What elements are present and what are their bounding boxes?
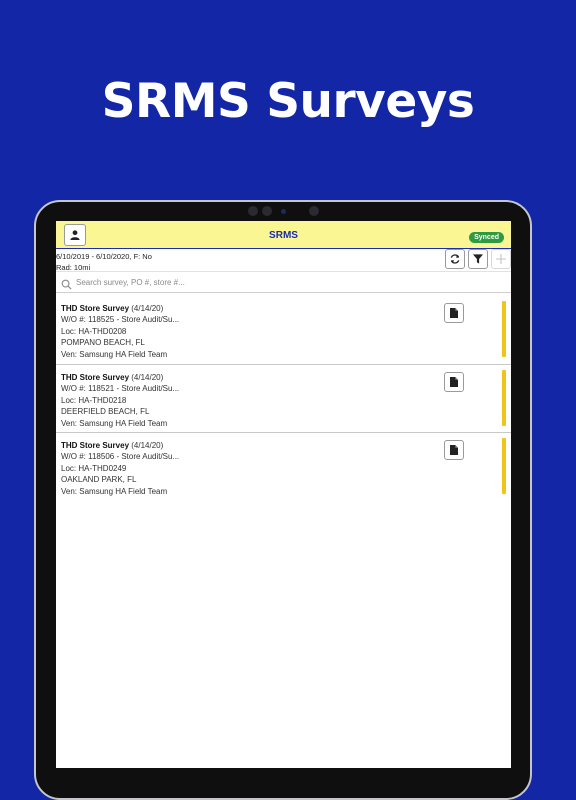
- survey-title-line: THD Store Survey (4/14/20): [61, 440, 179, 451]
- location-city: OAKLAND PARK, FL: [61, 475, 137, 485]
- location-code: Loc: HA-THD0249: [61, 463, 127, 473]
- survey-document-button[interactable]: [444, 303, 464, 323]
- document-icon: [450, 308, 458, 318]
- work-order: W/O #: 118506 - Store Audit/Su...: [61, 452, 180, 462]
- app-screen: SRMS Synced 6/10/2019 - 6/10/2020, F: No…: [56, 221, 511, 768]
- work-order: W/O #: 118525 - Store Audit/Su...: [61, 315, 180, 325]
- survey-date: (4/14/20): [131, 441, 164, 450]
- search-input[interactable]: [76, 274, 496, 290]
- filter-button[interactable]: [468, 249, 488, 269]
- survey-row[interactable]: THD Store Survey (4/14/20) W/O #: 118506…: [56, 433, 511, 501]
- survey-document-button[interactable]: [444, 440, 464, 460]
- survey-title-line: THD Store Survey (4/14/20): [61, 303, 179, 314]
- filter-icon: [472, 254, 484, 264]
- survey-date: (4/14/20): [131, 373, 164, 382]
- camera-bar: [242, 205, 328, 217]
- camera-dot: [248, 206, 258, 216]
- location-city: POMPANO BEACH, FL: [61, 338, 145, 348]
- location-code: Loc: HA-THD0208: [61, 326, 127, 336]
- search-icon: [61, 277, 73, 290]
- location-code: Loc: HA-THD0218: [61, 395, 127, 405]
- refresh-button[interactable]: [445, 249, 465, 269]
- survey-document-button[interactable]: [444, 372, 464, 392]
- camera-dot: [309, 206, 319, 216]
- search-bar: [56, 271, 511, 293]
- status-indicator: [502, 301, 506, 357]
- survey-list: THD Store Survey (4/14/20) W/O #: 118525…: [56, 294, 511, 501]
- survey-title: THD Store Survey: [61, 304, 130, 313]
- add-survey-button[interactable]: [491, 249, 511, 269]
- survey-row[interactable]: THD Store Survey (4/14/20) W/O #: 118521…: [56, 365, 511, 433]
- work-order: W/O #: 118521 - Store Audit/Su...: [61, 384, 180, 394]
- vendor: Ven: Samsung HA Field Team: [61, 486, 168, 496]
- survey-details: THD Store Survey (4/14/20) W/O #: 118506…: [61, 440, 179, 497]
- document-icon: [450, 377, 458, 387]
- camera-dot: [262, 206, 272, 216]
- app-title: SRMS: [269, 230, 298, 241]
- status-indicator: [502, 370, 506, 426]
- survey-details: THD Store Survey (4/14/20) W/O #: 118525…: [61, 303, 179, 360]
- survey-date: (4/14/20): [131, 304, 164, 313]
- vendor: Ven: Samsung HA Field Team: [61, 418, 168, 428]
- filter-summary[interactable]: 6/10/2019 - 6/10/2020, F: No Rad: 10mi: [56, 251, 152, 273]
- refresh-icon: [450, 254, 460, 264]
- status-indicator: [502, 438, 506, 494]
- survey-title-line: THD Store Survey (4/14/20): [61, 372, 179, 383]
- camera-sensor: [281, 209, 286, 214]
- vendor: Ven: Samsung HA Field Team: [61, 349, 168, 359]
- app-header: SRMS Synced: [56, 221, 511, 249]
- document-icon: [450, 445, 458, 455]
- sync-status-badge: Synced: [469, 232, 504, 243]
- location-city: DEERFIELD BEACH, FL: [61, 407, 150, 417]
- filter-date-range: 6/10/2019 - 6/10/2020, F: No: [56, 252, 152, 261]
- plus-icon: [495, 253, 507, 265]
- survey-details: THD Store Survey (4/14/20) W/O #: 118521…: [61, 372, 179, 429]
- survey-title: THD Store Survey: [61, 441, 130, 450]
- survey-row[interactable]: THD Store Survey (4/14/20) W/O #: 118525…: [56, 294, 511, 365]
- survey-title: THD Store Survey: [61, 373, 130, 382]
- promo-title: SRMS Surveys: [101, 74, 475, 129]
